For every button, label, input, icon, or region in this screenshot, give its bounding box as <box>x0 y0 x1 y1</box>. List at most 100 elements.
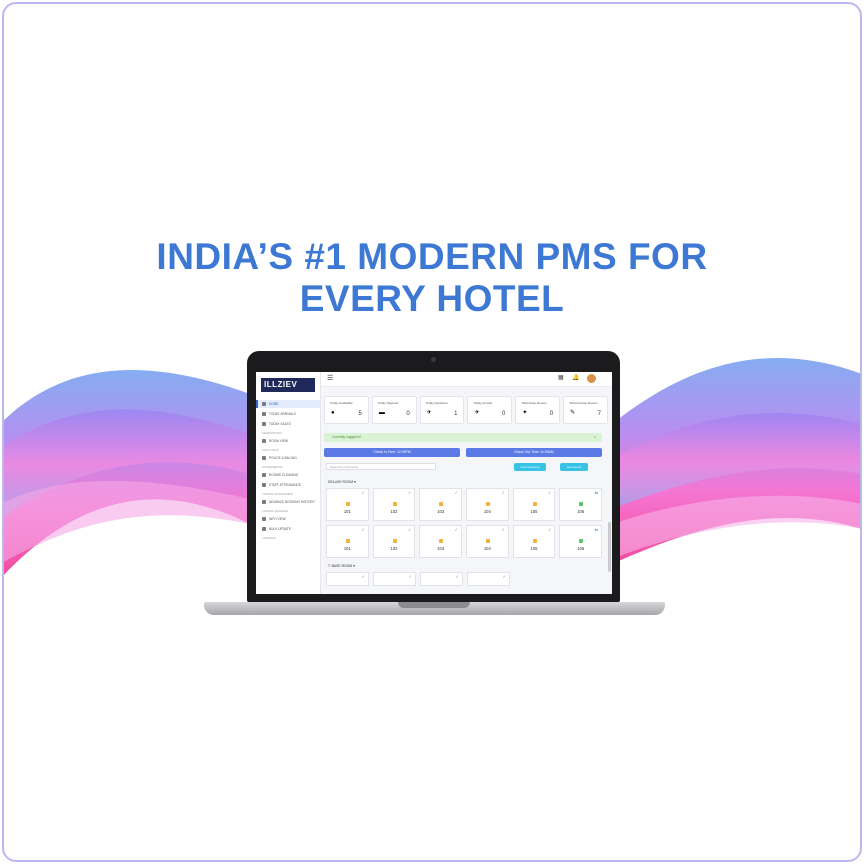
room-section-title: DELUXE ROOM ♥ <box>328 480 357 484</box>
check-icon: ✓ <box>455 574 459 579</box>
room-card[interactable]: ✓ <box>326 572 369 586</box>
room-card[interactable]: ✓ 103 <box>419 488 463 521</box>
check-out-time-button[interactable]: Check Out Time: 11:00AM <box>466 448 602 457</box>
stat-card[interactable]: Total Unclean Rooms ✎ 7 <box>563 396 608 424</box>
stat-value: 5 <box>358 411 362 417</box>
avatar[interactable] <box>587 374 596 383</box>
room-card[interactable]: ✓ <box>420 572 463 586</box>
room-status-icon <box>392 502 397 506</box>
stat-card[interactable]: Total Clean Rooms ✦ 0 <box>515 396 561 424</box>
sidebar-item[interactable]: ADVANCE BOOKING HISTORY <box>256 498 320 506</box>
stat-card[interactable]: Today Availability ● 5 <box>324 396 369 424</box>
sidebar-item[interactable]: ROOM VIEW <box>256 437 320 445</box>
stat-card[interactable]: Today Stayover ▬ 0 <box>371 396 417 424</box>
sidebar-section-header: CHANNEL MANAGEMENT <box>262 493 294 496</box>
room-status-icon <box>532 539 537 543</box>
room-card[interactable]: ✓ 105 <box>512 488 556 521</box>
sidebar-item[interactable]: INFO VIEW <box>256 515 320 523</box>
swap-icon: ⇆ <box>594 527 599 532</box>
sidebar-item-label: BULK UPDATE <box>269 527 291 531</box>
room-card[interactable]: ✓ 104 <box>466 525 509 558</box>
room-card[interactable]: ✓ 102 <box>372 525 416 558</box>
check-icon: ✓ <box>361 574 365 579</box>
topbar: ☰ ▦ 🔔 <box>321 372 612 387</box>
room-card[interactable]: ⇆ 106 <box>559 525 603 558</box>
sidebar-section-header: CHANNEL MANAGER <box>262 510 289 513</box>
room-number: 101 <box>343 509 351 514</box>
stat-icon: ✎ <box>570 410 576 416</box>
headline: INDIA’S #1 MODERN PMS FOR EVERY HOTEL <box>4 236 860 320</box>
nav-icon <box>262 473 266 477</box>
sidebar-item[interactable]: HOME <box>256 400 320 408</box>
room-row: ✓ 101 ✓ 102 ✓ 103 ✓ 104 ✓ 105 ⇆ 106 <box>326 525 603 558</box>
nav-icon <box>262 500 266 504</box>
stat-value: 7 <box>597 411 601 417</box>
nav-icon <box>262 439 266 443</box>
room-number: 105 <box>530 509 538 514</box>
room-card[interactable]: ✓ <box>467 572 510 586</box>
menu-icon[interactable]: ☰ <box>327 375 333 383</box>
sidebar-item-label: ROOM VIEW <box>269 439 288 443</box>
room-card[interactable]: ✓ 105 <box>512 525 556 558</box>
room-card[interactable]: ✓ 101 <box>326 488 369 521</box>
sidebar-item-label: ROOMS CLEANING <box>269 473 299 477</box>
room-number: 104 <box>483 546 491 551</box>
room-number: 105 <box>530 546 538 551</box>
stat-value: 0 <box>501 411 506 417</box>
room-status-icon <box>486 539 491 543</box>
check-icon: ✓ <box>548 527 552 532</box>
sidebar-section-header: HOUSEKEEPING <box>262 466 283 469</box>
stat-icon: ✈ <box>426 410 432 416</box>
stat-icon: ▬ <box>378 410 385 416</box>
room-section-title: T. BASE ROOM ♥ <box>328 564 356 568</box>
room-status-icon <box>439 539 444 543</box>
nav-icon <box>262 412 266 416</box>
room-status-icon <box>532 502 537 506</box>
check-icon: ✓ <box>454 490 459 495</box>
check-in-time-button[interactable]: Check In Time: 12:00PM <box>324 448 460 457</box>
check-icon: ✓ <box>361 527 365 532</box>
stat-icon: ✦ <box>522 410 528 416</box>
sidebar-item[interactable]: ROOMS CLEANING <box>256 471 320 479</box>
sidebar-item[interactable]: BULK UPDATE <box>256 525 320 533</box>
scrollbar[interactable] <box>608 522 611 572</box>
room-row: ✓ 101 ✓ 102 ✓ 103 ✓ 104 ✓ 105 ⇆ 106 <box>326 488 603 521</box>
sidebar-item[interactable]: STAFF ATTENDANCE <box>256 481 320 489</box>
live-inventory-button[interactable]: Live Inventory <box>514 463 546 471</box>
check-icon: ✓ <box>361 490 365 495</box>
room-number: 102 <box>390 509 398 514</box>
room-status-icon <box>346 502 350 506</box>
room-number: 103 <box>437 509 445 514</box>
room-card[interactable]: ✓ <box>373 572 416 586</box>
stat-card[interactable]: Today Departure ✈ 1 <box>419 396 465 424</box>
room-status-icon <box>439 502 444 506</box>
stat-icon: ● <box>331 410 335 416</box>
room-card[interactable]: ✓ 102 <box>372 488 416 521</box>
bell-icon[interactable]: 🔔 <box>572 375 579 382</box>
live-guest-button[interactable]: Live Guest <box>560 463 588 471</box>
stat-icon: ✈ <box>474 410 480 416</box>
stat-card[interactable]: Today Arrivals ✈ 0 <box>467 396 513 424</box>
calculator-icon[interactable]: ▦ <box>558 375 564 382</box>
sidebar-section-header: CHANNELS <box>262 537 277 540</box>
sidebar: ILLZIEV HOME TODAY ARRIVALS TODAY SALES RES… <box>256 372 321 594</box>
sidebar-item-label: HOME <box>269 402 279 406</box>
sidebar-item[interactable]: POLICE & BILLING <box>256 454 320 462</box>
nav-icon <box>262 402 266 406</box>
sidebar-item[interactable]: TODAY ARRIVALS <box>256 410 320 418</box>
stat-label: Total Clean Rooms <box>521 401 547 405</box>
app-logo[interactable]: ILLZIEV <box>261 378 315 392</box>
room-card[interactable]: ✓ 101 <box>326 525 369 558</box>
check-icon: ✓ <box>407 527 412 532</box>
room-row: ✓ ✓ ✓ ✓ <box>326 572 602 586</box>
stat-value: 1 <box>454 411 458 417</box>
room-status-icon <box>346 539 350 543</box>
sidebar-item-label: TODAY SALES <box>269 422 291 426</box>
room-card[interactable]: ✓ 104 <box>466 488 509 521</box>
nav-icon <box>262 527 266 531</box>
room-card[interactable]: ⇆ 106 <box>559 488 603 521</box>
sidebar-item[interactable]: TODAY SALES <box>256 420 320 428</box>
search-input[interactable]: Search by Unit name <box>326 463 436 470</box>
close-icon[interactable]: × <box>594 433 596 442</box>
room-card[interactable]: ✓ 103 <box>419 525 463 558</box>
